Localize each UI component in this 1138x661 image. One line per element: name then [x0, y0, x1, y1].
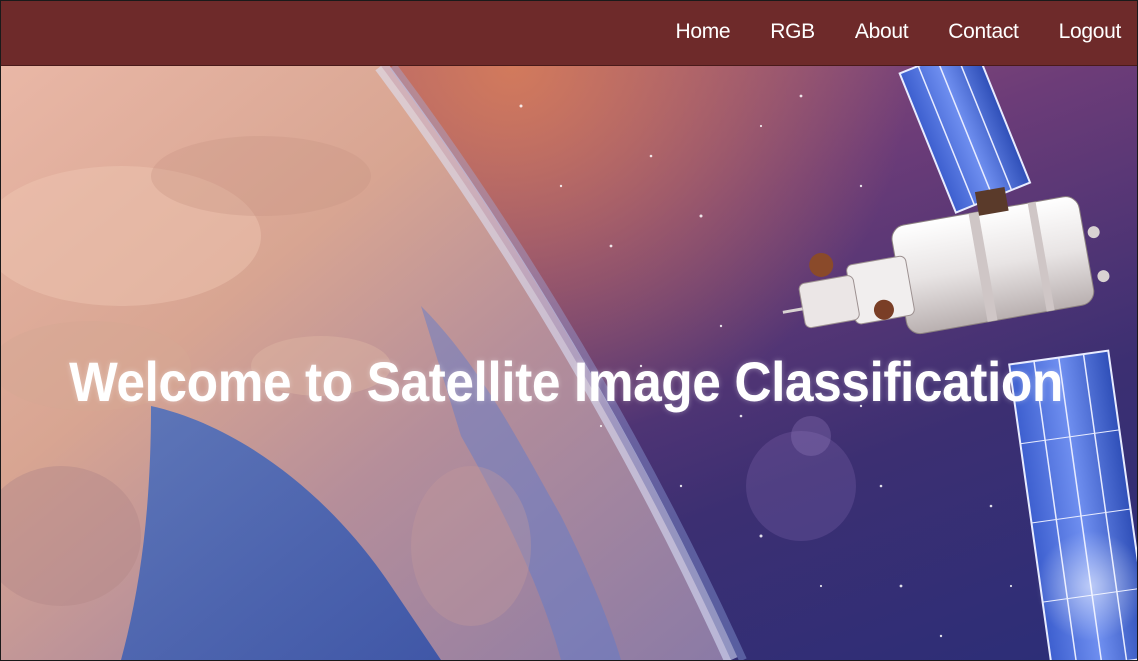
top-navbar: Home RGB About Contact Logout — [1, 1, 1137, 66]
hero-banner: Welcome to Satellite Image Classificatio… — [1, 66, 1137, 660]
nav-about-link[interactable]: About — [835, 20, 928, 44]
nav-contact-link[interactable]: Contact — [928, 20, 1038, 44]
hero-title: Welcome to Satellite Image Classificatio… — [69, 350, 1063, 413]
nav-logout-link[interactable]: Logout — [1039, 20, 1122, 44]
nav-rgb-link[interactable]: RGB — [750, 20, 835, 44]
nav-home-link[interactable]: Home — [655, 20, 750, 44]
nav-links: Home RGB About Contact Logout — [655, 1, 1121, 63]
page-frame: Home RGB About Contact Logout Welcome to… — [0, 0, 1138, 661]
